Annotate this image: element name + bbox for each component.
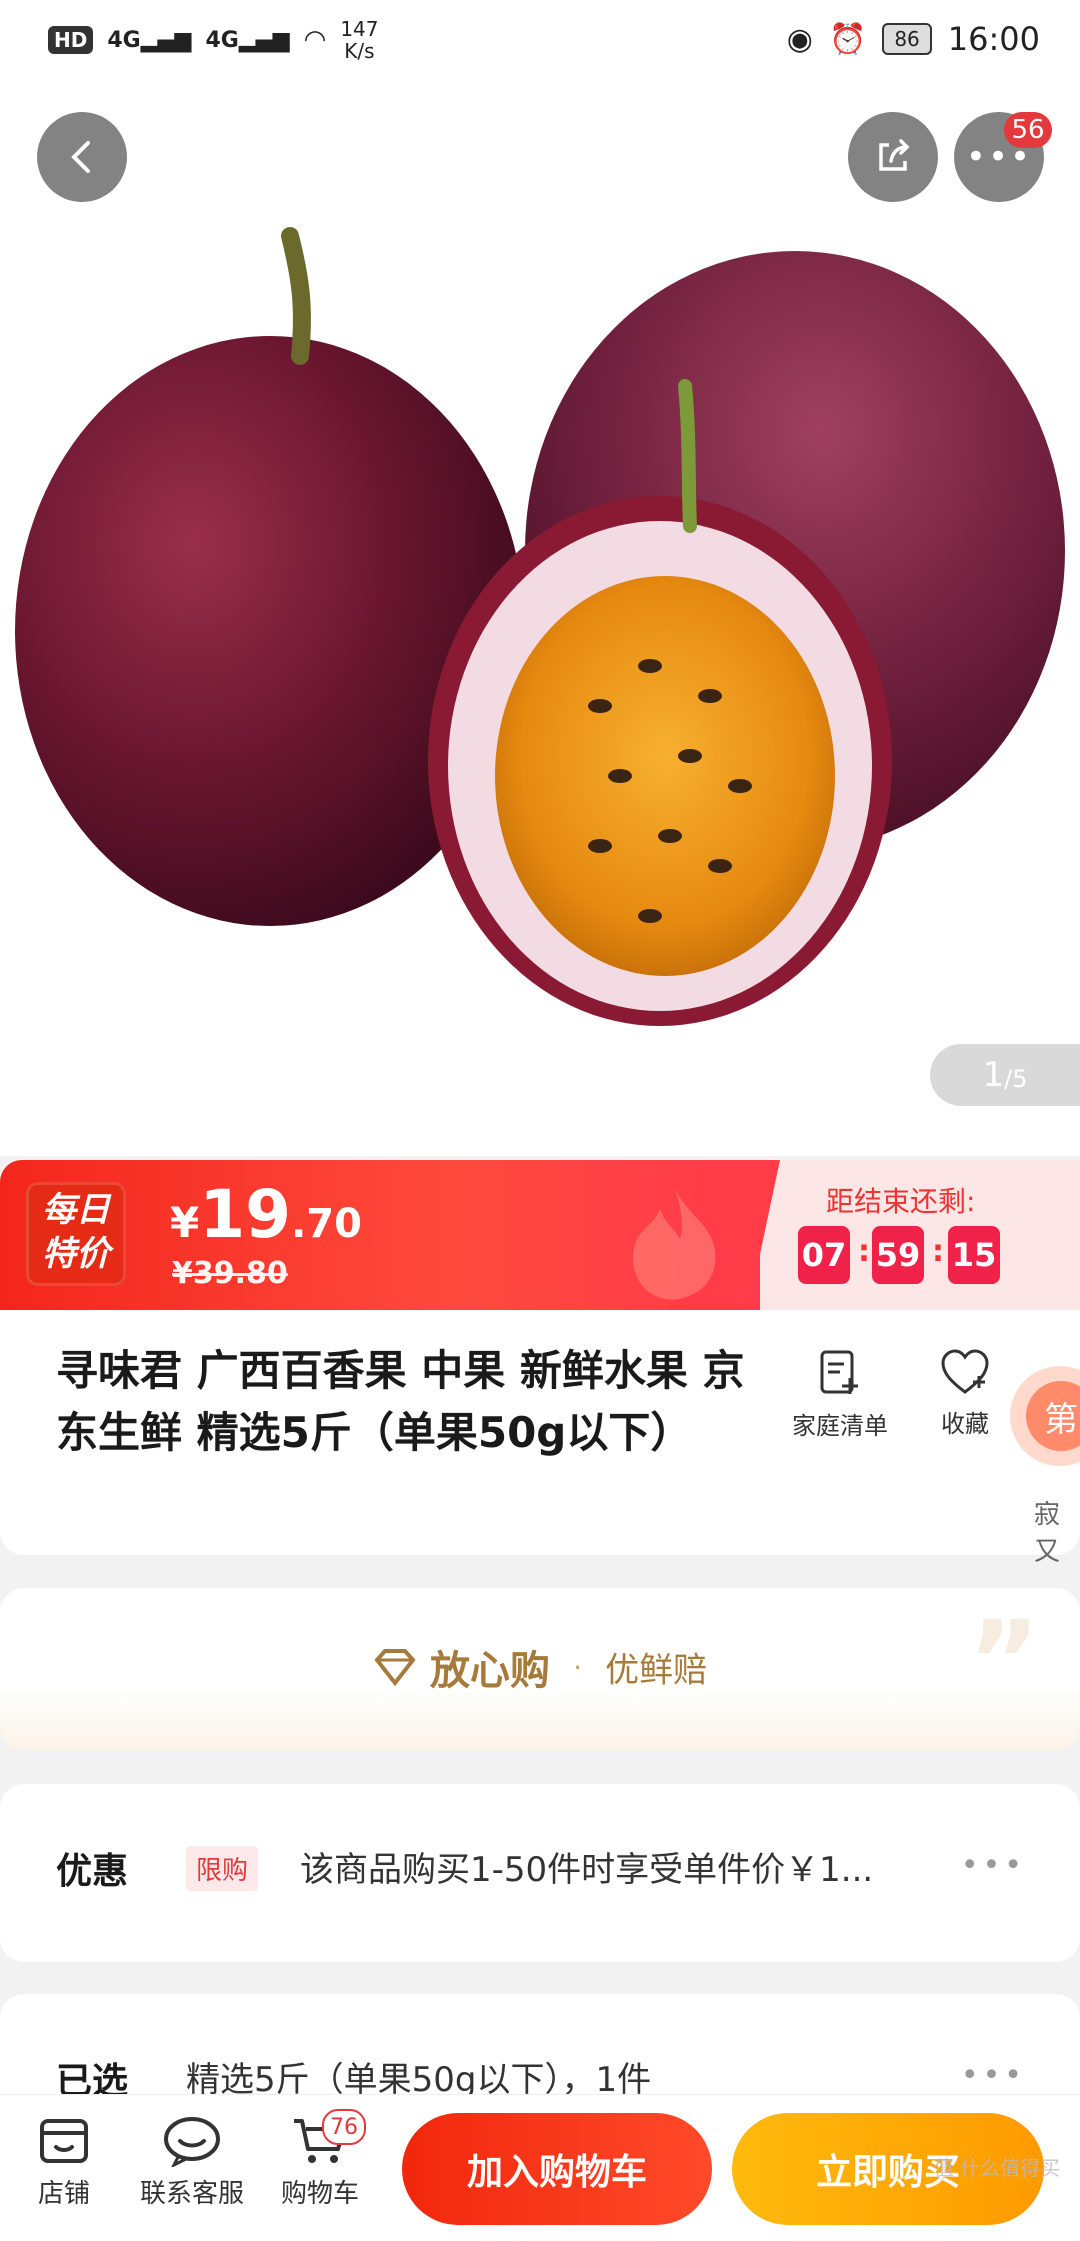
bottom-action-bar: 店铺 联系客服 购物车 76 加入购物车 立即购买: [0, 2094, 1080, 2241]
alarm-icon: ⏰: [828, 21, 867, 57]
countdown-label: 距结束还剩:: [826, 1185, 976, 1218]
eye-icon: ◉: [786, 21, 813, 57]
battery-icon: 86: [882, 23, 932, 55]
site-watermark: 值 什么值得买: [933, 2156, 1061, 2180]
add-to-cart-button[interactable]: 加入购物车: [402, 2113, 712, 2225]
family-list-label: 家庭清单: [792, 1412, 888, 1440]
countdown-hours: 07: [798, 1226, 850, 1284]
clock: 16:00: [947, 20, 1040, 58]
message-count-badge: 56: [1004, 112, 1052, 148]
assurance-row: 放心购 · 优鲜赔: [0, 1638, 1080, 1696]
share-icon: [879, 139, 910, 171]
net-speed-unit: K/s: [344, 39, 375, 63]
assurance-card[interactable]: ” 放心购 · 优鲜赔: [0, 1588, 1080, 1750]
floating-chip-label: 第: [1026, 1381, 1080, 1451]
status-right: ◉ ⏰ 86 16:00: [787, 20, 1040, 58]
badge-line-1: 每日: [42, 1190, 110, 1230]
price-integer: 19: [199, 1176, 292, 1253]
hd-icon: HD: [48, 26, 94, 54]
price-currency: ¥: [170, 1198, 200, 1247]
flame-icon: [633, 1189, 716, 1300]
chevron-left-icon: [71, 141, 90, 173]
badge-line-2: 特价: [42, 1234, 110, 1274]
promotion-row[interactable]: 优惠 限购 该商品购买1-50件时享受单件价￥1... •••: [0, 1784, 1080, 1962]
cart-label: 购物车: [280, 2179, 359, 2209]
cart-count-badge: 76: [322, 2109, 366, 2145]
assurance-separator: ·: [573, 1650, 582, 1684]
current-price: ¥19.70: [170, 1176, 362, 1253]
network-label-2: 4G: [205, 27, 239, 53]
product-image-gallery[interactable]: [0, 86, 1080, 1156]
more-dots-icon: •••: [960, 1848, 1026, 1883]
product-info-card: 寻味君 广西百香果 中果 新鲜水果 京东生鲜 精选5斤（单果50g以下） 家庭清…: [0, 1310, 1080, 1567]
original-price: ¥39.80: [172, 1256, 288, 1291]
gallery-pager: 1 /5: [930, 1044, 1080, 1106]
status-left: HD 4G▂▄▆ 4G▂▄▆ ◠ 147 K/s: [48, 18, 379, 62]
product-title: 寻味君 广西百香果 中果 新鲜水果 京东生鲜 精选5斤（单果50g以下）: [56, 1346, 745, 1457]
pager-current: 1: [982, 1055, 1005, 1095]
favorite-label: 收藏: [941, 1410, 989, 1438]
status-bar: HD 4G▂▄▆ 4G▂▄▆ ◠ 147 K/s ◉ ⏰ 86 16:00: [0, 0, 1080, 86]
net-speed-value: 147: [340, 17, 379, 41]
pager-total: /5: [1004, 1065, 1028, 1093]
purchase-limit-tag: 限购: [186, 1846, 259, 1891]
assurance-title: 放心购: [430, 1648, 550, 1694]
heart-icon: [941, 1349, 989, 1394]
favorite-button[interactable]: 收藏: [920, 1348, 1010, 1439]
list-add-icon: [820, 1350, 858, 1394]
floating-ranking-chip[interactable]: 第: [1010, 1366, 1080, 1466]
floating-chip-text: 寂又: [1034, 1500, 1061, 1567]
price-decimal: .70: [291, 1201, 362, 1247]
countdown-separator: :: [858, 1234, 870, 1269]
share-button[interactable]: [848, 112, 938, 202]
store-button[interactable]: 店铺: [24, 2115, 104, 2210]
countdown-minutes: 59: [872, 1226, 924, 1284]
store-icon: [40, 2119, 88, 2163]
countdown-seconds: 15: [948, 1226, 1000, 1284]
network-4g-icon-2: 4G▂▄▆: [205, 27, 290, 53]
wifi-icon: ◠: [303, 25, 327, 55]
family-list-button[interactable]: 家庭清单: [780, 1348, 900, 1441]
assurance-subtitle: 优鲜赔: [605, 1650, 708, 1691]
daily-deal-banner: 每日 特价 ¥19.70 ¥39.80 距结束还剩: 07 : 59 : 15: [0, 1160, 1080, 1310]
back-button[interactable]: [37, 112, 127, 202]
customer-service-button[interactable]: 联系客服: [132, 2115, 252, 2210]
store-label: 店铺: [37, 2179, 90, 2209]
promotion-label: 优惠: [56, 1851, 129, 1892]
promotion-text: 该商品购买1-50件时享受单件价￥1...: [300, 1850, 874, 1890]
diamond-icon: [374, 1649, 416, 1687]
countdown-separator: :: [932, 1234, 944, 1269]
network-4g-icon: 4G▂▄▆: [107, 27, 192, 53]
chat-bubble-icon: [164, 2117, 220, 2167]
customer-service-label: 联系客服: [139, 2179, 244, 2209]
network-label: 4G: [107, 27, 141, 53]
more-dots-icon: •••: [960, 2058, 1026, 2093]
net-speed: 147 K/s: [340, 18, 378, 62]
passion-fruit-image: [15, 227, 1065, 1026]
daily-deal-badge: 每日 特价: [26, 1182, 126, 1286]
